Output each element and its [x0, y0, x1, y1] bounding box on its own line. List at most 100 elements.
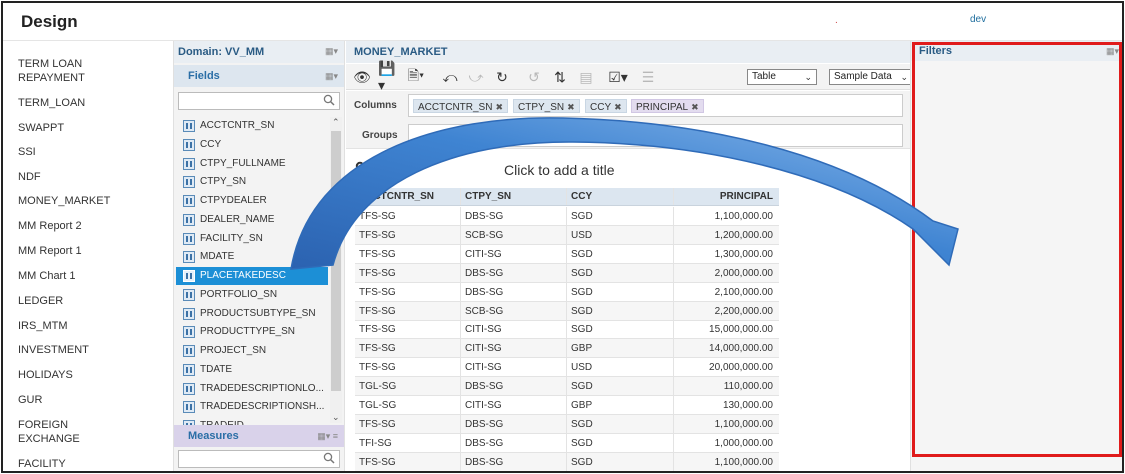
- report-item[interactable]: FACILITY: [18, 457, 66, 471]
- field-item[interactable]: DEALER_NAME: [176, 211, 328, 229]
- measures-search: [178, 450, 340, 468]
- table-cell: GBP: [571, 343, 593, 355]
- groups-dropzone[interactable]: [408, 124, 903, 147]
- export-icon[interactable]: 🗎▾: [406, 67, 426, 86]
- report-item[interactable]: IRS_MTM: [18, 319, 68, 333]
- field-icon: [183, 382, 195, 395]
- data-mode-select[interactable]: Sample Data ⌄: [829, 69, 913, 85]
- preview-eye-icon[interactable]: 👁: [352, 68, 372, 86]
- field-item[interactable]: PRODUCTSUBTYPE_SN: [176, 305, 328, 323]
- gear-icon[interactable]: [354, 160, 366, 172]
- table-cell: 1,200,000.00: [714, 229, 773, 241]
- layout-icon[interactable]: ▤: [576, 68, 596, 86]
- report-item[interactable]: MM Report 1: [18, 244, 82, 258]
- panel-menu-icon[interactable]: ▦▾ ≡: [317, 431, 338, 442]
- column-chip[interactable]: CTPY_SN ✖: [513, 99, 580, 113]
- environment-label: dev: [970, 14, 987, 25]
- field-item[interactable]: MDATE: [176, 248, 328, 266]
- report-item[interactable]: GUR: [18, 393, 42, 407]
- scrollbar-thumb[interactable]: [331, 131, 341, 391]
- filters-panel[interactable]: Filters ▦▾: [910, 41, 1122, 471]
- report-title-placeholder[interactable]: Click to add a title: [504, 162, 615, 178]
- measure-chip[interactable]: PRINCIPAL ✖: [631, 99, 704, 113]
- field-item[interactable]: TRADEDESCRIPTIONSH...: [176, 398, 328, 416]
- remove-chip-icon[interactable]: ✖: [567, 102, 575, 112]
- table-cell: 1,000,000.00: [714, 437, 773, 449]
- column-divider: [673, 452, 674, 471]
- panel-menu-icon[interactable]: ▦▾: [325, 46, 338, 57]
- column-divider: [566, 207, 567, 225]
- field-item[interactable]: ACCTCNTR_SN: [176, 117, 328, 135]
- scroll-down-icon[interactable]: ⌄: [332, 412, 340, 423]
- remove-chip-icon[interactable]: ✖: [495, 102, 503, 112]
- report-item[interactable]: SWAPPT: [18, 121, 64, 135]
- view-type-select[interactable]: Table ⌄: [747, 69, 817, 85]
- field-icon: [183, 363, 195, 376]
- search-icon[interactable]: [323, 452, 335, 464]
- report-item[interactable]: TERM_LOAN: [18, 96, 85, 110]
- field-icon: [183, 213, 195, 226]
- remove-chip-icon[interactable]: ✖: [614, 102, 622, 112]
- column-header[interactable]: CTPY_SN: [465, 191, 511, 202]
- measures-header[interactable]: Measures ▦▾ ≡: [174, 425, 344, 447]
- field-item[interactable]: TRADEID: [176, 417, 328, 425]
- column-divider: [566, 188, 567, 205]
- report-item[interactable]: TERM LOAN REPAYMENT: [18, 57, 85, 85]
- report-item[interactable]: INVESTMENT: [18, 343, 89, 357]
- field-item[interactable]: PROJECT_SN: [176, 342, 328, 360]
- panel-menu-icon[interactable]: ▦▾: [325, 71, 338, 82]
- status-dot: .: [835, 15, 838, 26]
- search-icon[interactable]: [323, 94, 335, 106]
- report-item[interactable]: NDF: [18, 170, 41, 184]
- column-header[interactable]: CCY: [571, 191, 592, 202]
- table-cell: SGD: [571, 324, 593, 336]
- domain-label: Domain: VV_MM: [178, 46, 265, 58]
- columns-row: Columns ACCTCNTR_SN ✖ CTPY_SN ✖ CCY ✖ PRINC…: [346, 91, 911, 121]
- remove-chip-icon[interactable]: ✖: [691, 102, 699, 112]
- redo-icon[interactable]: ⤻: [466, 68, 486, 86]
- save-icon[interactable]: 💾▾: [378, 60, 398, 93]
- field-item[interactable]: CTPY_SN: [176, 173, 328, 191]
- swap-axes-icon[interactable]: ↺: [524, 68, 544, 86]
- field-item[interactable]: FACILITY_SN: [176, 230, 328, 248]
- fields-scrollbar[interactable]: ⌃ ⌄: [330, 117, 342, 423]
- field-item[interactable]: PORTFOLIO_SN: [176, 286, 328, 304]
- table-cell: TFS-SG: [359, 211, 396, 222]
- field-label: ACCTCNTR_SN: [200, 120, 275, 131]
- field-item[interactable]: TRADEDESCRIPTIONLO...: [176, 380, 328, 398]
- report-item[interactable]: HOLIDAYS: [18, 368, 73, 382]
- column-divider: [673, 377, 674, 396]
- column-divider: [566, 452, 567, 471]
- filter-settings-icon[interactable]: ☰: [638, 68, 658, 86]
- report-item[interactable]: MM Chart 1: [18, 269, 75, 283]
- column-header[interactable]: PRINCIPAL: [720, 191, 773, 202]
- column-divider: [566, 433, 567, 452]
- field-item[interactable]: PRODUCTTYPE_SN: [176, 323, 328, 341]
- sort-icon[interactable]: ⇅: [550, 68, 570, 86]
- report-item[interactable]: FOREIGN EXCHANGE: [18, 418, 80, 446]
- column-divider: [566, 282, 567, 301]
- scroll-up-icon[interactable]: ⌃: [332, 117, 340, 128]
- table-row: TGL-SG CITI-SG GBP 130,000.00: [355, 396, 779, 415]
- fields-header[interactable]: Fields ▦▾: [174, 65, 344, 87]
- checkbox-menu-icon[interactable]: ☑▾: [608, 68, 628, 86]
- column-header[interactable]: ACCTCNTR_SN: [359, 191, 434, 202]
- measures-search-input[interactable]: [179, 451, 319, 467]
- column-chip[interactable]: CCY ✖: [585, 99, 627, 113]
- field-item[interactable]: CTPYDEALER: [176, 192, 328, 210]
- panel-menu-icon[interactable]: ▦▾: [1106, 46, 1119, 57]
- report-item[interactable]: SSI: [18, 145, 36, 159]
- refresh-icon[interactable]: ↻: [492, 68, 512, 86]
- report-item[interactable]: MM Report 2: [18, 219, 82, 233]
- columns-dropzone[interactable]: ACCTCNTR_SN ✖ CTPY_SN ✖ CCY ✖ PRINCIPAL ✖: [408, 94, 903, 117]
- field-item[interactable]: PLACETAKEDESC: [176, 267, 328, 285]
- field-item[interactable]: TDATE: [176, 361, 328, 379]
- column-chip[interactable]: ACCTCNTR_SN ✖: [413, 99, 508, 113]
- undo-icon[interactable]: ⤺: [440, 68, 460, 86]
- table-cell: 1,100,000.00: [714, 456, 773, 468]
- field-item[interactable]: CTPY_FULLNAME: [176, 155, 328, 173]
- fields-search-input[interactable]: [179, 93, 319, 109]
- field-item[interactable]: CCY: [176, 136, 328, 154]
- report-item[interactable]: LEDGER: [18, 294, 63, 308]
- report-item[interactable]: MONEY_MARKET: [18, 194, 110, 208]
